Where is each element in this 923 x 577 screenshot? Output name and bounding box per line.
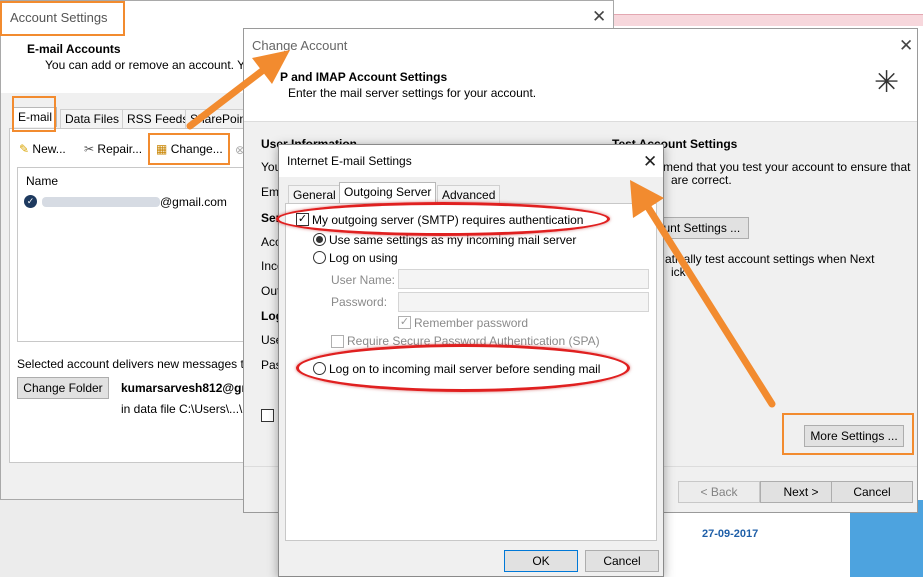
- arrow-more-settings-to-dialog: [630, 180, 776, 408]
- annotation-arrows: [186, 50, 776, 408]
- arrow-change-to-window: [186, 50, 290, 130]
